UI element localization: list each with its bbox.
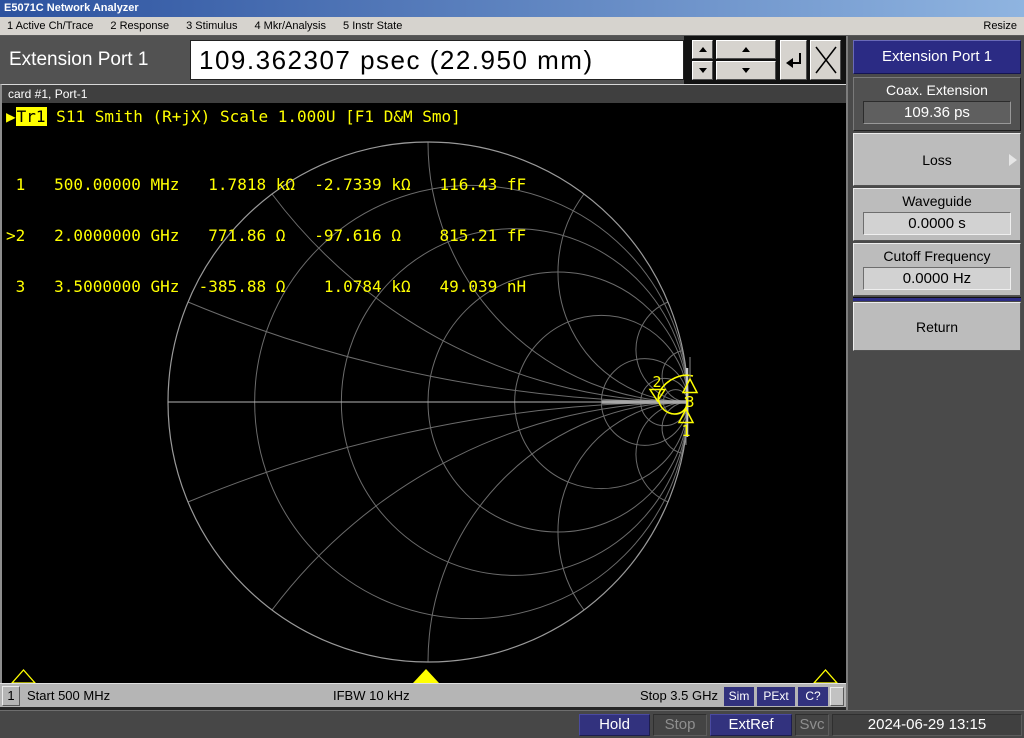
ifbw-label: IFBW 10 kHz <box>333 684 410 708</box>
cutoff-frequency-value: 0.0000 Hz <box>863 267 1011 290</box>
softkey-label: Return <box>854 307 1020 348</box>
arrow-down-icon <box>699 68 707 73</box>
menu-bar: 1 Active Ch/Trace 2 Response 3 Stimulus … <box>0 17 1024 36</box>
scale-right-indicator-icon <box>814 670 837 683</box>
softkey-label: Waveguide <box>854 193 1020 209</box>
menu-item-resize[interactable]: Resize <box>983 20 1017 32</box>
status-hold: Hold <box>579 714 650 736</box>
coax-extension-value: 109.36 ps <box>863 101 1011 124</box>
active-trace-arrow-icon: ▶ <box>6 107 16 126</box>
menu-item-active-ch-trace[interactable]: 1 Active Ch/Trace <box>7 20 93 32</box>
menu-item-stimulus[interactable]: 3 Stimulus <box>186 20 237 32</box>
marker-1[interactable]: 1 <box>679 409 693 445</box>
badge-blank-box <box>830 687 844 706</box>
softkey-return[interactable]: Return <box>853 302 1021 351</box>
close-x-icon <box>813 43 839 77</box>
menu-item-response[interactable]: 2 Response <box>110 20 169 32</box>
softkey-loss[interactable]: Loss <box>853 133 1021 186</box>
marker-row-2: >2 2.0000000 GHz 771.86 Ω -97.616 Ω 815.… <box>6 227 526 244</box>
sweep-stop-label: Stop 3.5 GHz <box>620 684 718 708</box>
softkey-coax-extension[interactable]: Coax. Extension 109.36 ps <box>853 77 1021 131</box>
step-down-large-button[interactable] <box>716 61 776 80</box>
window-title: E5071C Network Analyzer <box>4 2 139 14</box>
status-stop: Stop <box>653 714 707 736</box>
channel-status-bar: 1 Start 500 MHz IFBW 10 kHz Stop 3.5 GHz… <box>0 683 846 710</box>
entry-toolbar: Extension Port 1 <box>0 36 846 84</box>
softkey-label: Cutoff Frequency <box>854 248 1020 264</box>
stimulus-position-indicator-icon <box>413 669 439 683</box>
status-svc: Svc <box>795 714 829 736</box>
step-up-small-button[interactable] <box>692 40 713 59</box>
menu-item-instr-state[interactable]: 5 Instr State <box>343 20 402 32</box>
step-down-small-button[interactable] <box>692 61 713 80</box>
softkey-panel: Extension Port 1 Coax. Extension 109.36 … <box>846 36 1024 710</box>
svg-text:2: 2 <box>652 373 661 391</box>
step-up-large-button[interactable] <box>716 40 776 59</box>
softkey-cutoff-frequency[interactable]: Cutoff Frequency 0.0000 Hz <box>853 243 1021 296</box>
softkey-separator <box>853 297 1021 301</box>
scale-left-indicator-icon <box>12 670 35 683</box>
arrow-up-icon <box>699 47 707 52</box>
status-extref: ExtRef <box>710 714 792 736</box>
trace-status-line: ▶Tr1 S11 Smith (R+jX) Scale 1.000U [F1 D… <box>6 107 461 126</box>
svg-text:1: 1 <box>681 422 690 440</box>
entry-field-label: Extension Port 1 <box>9 36 148 84</box>
status-datetime: 2024-06-29 13:15 <box>832 714 1022 736</box>
entry-cancel-button[interactable] <box>810 40 841 80</box>
arrow-up-icon <box>742 47 750 52</box>
extension-value-input[interactable] <box>190 40 684 80</box>
marker-row-3: 3 3.5000000 GHz -385.88 Ω 1.0784 kΩ 49.0… <box>6 278 526 295</box>
badge-pext: PExt <box>757 687 795 706</box>
instrument-status-bar: Hold Stop ExtRef Svc 2024-06-29 13:15 <box>0 710 1024 738</box>
channel-number-box: 1 <box>2 686 20 706</box>
entry-button-cluster <box>684 36 846 84</box>
trace-descriptor: S11 Smith (R+jX) Scale 1.000U [F1 D&M Sm… <box>47 107 461 126</box>
waveguide-value: 0.0000 s <box>863 212 1011 235</box>
badge-sim: Sim <box>724 687 754 706</box>
app-window: E5071C Network Analyzer 1 Active Ch/Trac… <box>0 0 1024 738</box>
marker-table: 1 500.00000 MHz 1.7818 kΩ -2.7339 kΩ 116… <box>6 142 526 329</box>
submenu-arrow-icon <box>1009 154 1017 166</box>
sweep-start-label: Start 500 MHz <box>27 684 110 708</box>
softkey-waveguide[interactable]: Waveguide 0.0000 s <box>853 188 1021 241</box>
softkey-menu-title: Extension Port 1 <box>853 40 1021 74</box>
window-title-bar: E5071C Network Analyzer <box>0 0 1024 17</box>
softkey-label: Coax. Extension <box>854 82 1020 98</box>
arrow-down-icon <box>742 68 750 73</box>
trace-name-chip[interactable]: Tr1 <box>16 107 47 126</box>
svg-text:3: 3 <box>685 393 694 411</box>
badge-correction: C? <box>798 687 828 706</box>
marker-row-1: 1 500.00000 MHz 1.7818 kΩ -2.7339 kΩ 116… <box>6 176 526 193</box>
measurement-display: card #1, Port-1 <box>0 84 846 683</box>
enter-return-icon <box>783 49 805 71</box>
softkey-label: Loss <box>854 138 1020 183</box>
entry-enter-button[interactable] <box>780 40 807 80</box>
menu-item-mkr-analysis[interactable]: 4 Mkr/Analysis <box>254 20 326 32</box>
